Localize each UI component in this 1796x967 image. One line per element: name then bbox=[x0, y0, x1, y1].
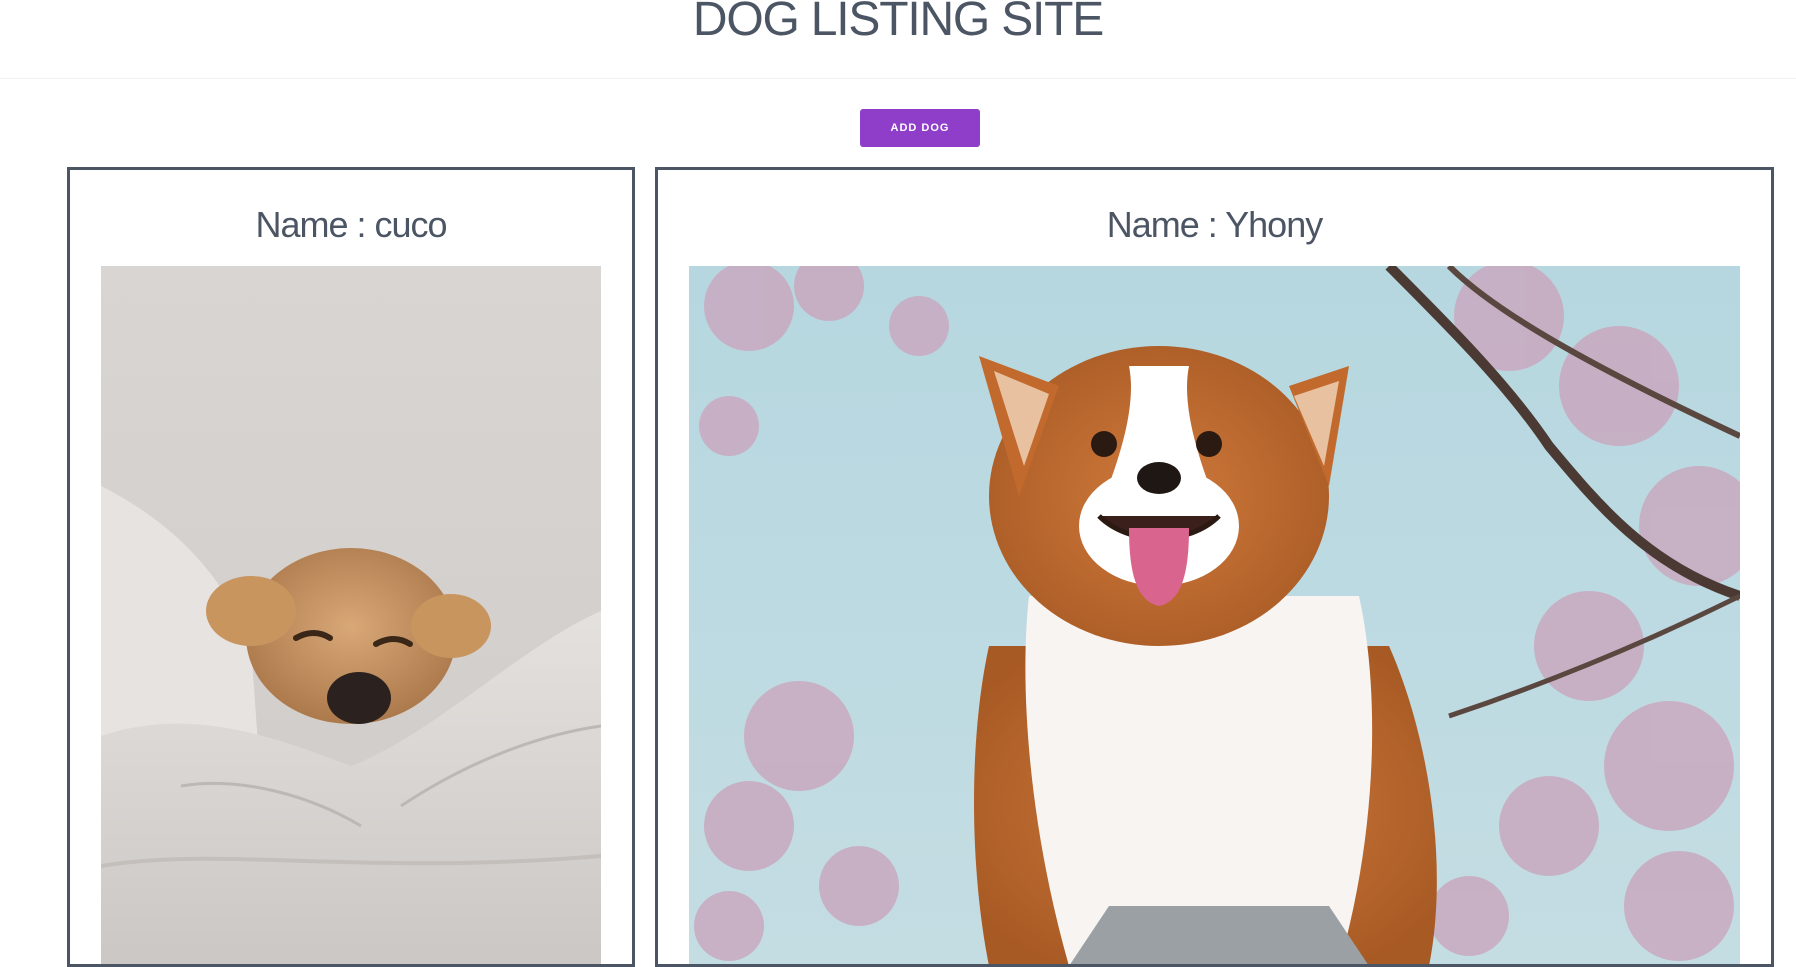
dog-photo bbox=[689, 266, 1740, 964]
dog-card: Name : cuco bbox=[67, 167, 635, 967]
dog-photo-image bbox=[689, 266, 1740, 964]
add-dog-button[interactable]: ADD DOG bbox=[860, 109, 980, 147]
dog-name: Name : Yhony bbox=[1106, 204, 1323, 245]
site-title: DOG LISTING SITE bbox=[692, 0, 1104, 46]
dog-name: Name : cuco bbox=[255, 204, 447, 245]
dog-card: Name : Yhony bbox=[655, 167, 1774, 967]
dog-photo bbox=[101, 266, 601, 964]
site-header: DOG LISTING SITE bbox=[0, 0, 1796, 79]
dog-photo-image bbox=[101, 266, 601, 964]
